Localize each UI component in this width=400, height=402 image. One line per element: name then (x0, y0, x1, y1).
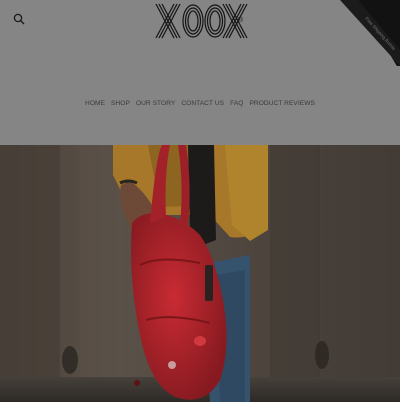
nav-shop[interactable]: SHOP (111, 100, 130, 112)
logo-wordmark (155, 3, 248, 39)
nav-our-story[interactable]: OUR STORY (136, 100, 175, 112)
site-logo[interactable] (150, 0, 250, 48)
page: ® HOME SHOP OUR STORY CONTACT US FAQ PRO… (0, 0, 400, 402)
hero-image (0, 145, 400, 402)
search-icon (13, 13, 25, 25)
nav-home[interactable]: HOME (85, 100, 105, 112)
nav-faq[interactable]: FAQ (230, 100, 243, 112)
hero-banner (0, 145, 400, 402)
corner-ribbon (340, 0, 400, 66)
search-button[interactable] (11, 11, 29, 29)
logo-registered-mark: ® (238, 17, 244, 24)
nav-contact-us[interactable]: CONTACT US (181, 100, 224, 112)
main-nav: HOME SHOP OUR STORY CONTACT US FAQ PRODU… (0, 100, 400, 112)
nav-product-reviews[interactable]: PRODUCT REVIEWS (249, 100, 314, 112)
